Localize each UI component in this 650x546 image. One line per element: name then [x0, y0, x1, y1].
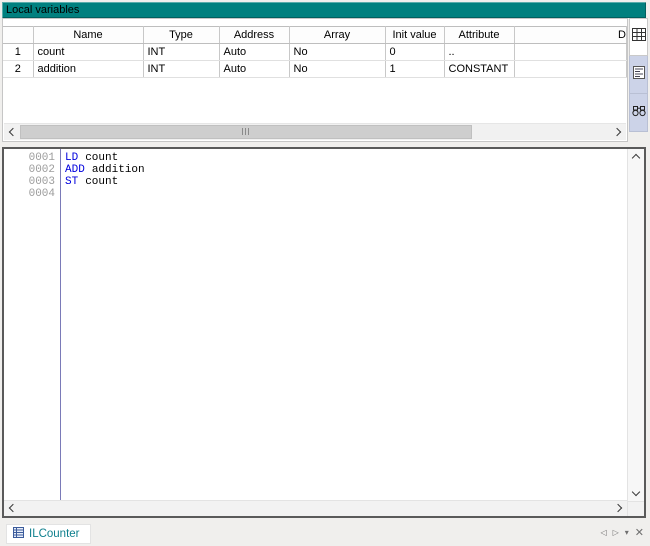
scroll-down-icon[interactable] [632, 488, 640, 496]
line-number: 0003 [4, 176, 60, 188]
table-header-row: Name Type Address Array Init value Attri… [3, 27, 627, 44]
tab-close-icon[interactable]: ✕ [635, 525, 644, 541]
il-keyword: ADD [65, 164, 85, 176]
variables-horizontal-scrollbar[interactable] [4, 123, 626, 140]
cell-attribute[interactable]: CONSTANT [444, 61, 514, 78]
table-row[interactable]: 1 count INT Auto No 0 .. [3, 44, 627, 61]
cell-attribute[interactable]: .. [444, 44, 514, 61]
column-header-type[interactable]: Type [143, 27, 219, 44]
find-button[interactable] [629, 94, 648, 132]
binoculars-icon [632, 104, 646, 122]
il-keyword: LD [65, 152, 78, 164]
local-variables-panel: Name Type Address Array Init value Attri… [2, 18, 628, 142]
column-header-truncated[interactable]: D [514, 27, 627, 44]
cell-address[interactable]: Auto [219, 61, 289, 78]
code-line[interactable]: ST count [65, 176, 627, 188]
scroll-right-icon[interactable] [613, 128, 621, 136]
declaration-view-button[interactable] [629, 56, 648, 94]
cell-type[interactable]: INT [143, 44, 219, 61]
column-header-array[interactable]: Array [289, 27, 385, 44]
editor-vertical-scrollbar[interactable] [627, 149, 644, 501]
application-window: Local variables Name Type Address Array … [0, 0, 650, 546]
table-row[interactable]: 2 addition INT Auto No 1 CONSTANT [3, 61, 627, 78]
scroll-up-icon[interactable] [632, 154, 640, 162]
il-operand: addition [92, 164, 145, 176]
scrollbar-corner [627, 501, 644, 516]
row-number[interactable]: 1 [3, 44, 33, 61]
cell-init-value[interactable]: 0 [385, 44, 444, 61]
grid-icon [632, 28, 646, 46]
tab-navigation: ◁ ▷ ▾ ✕ [600, 525, 644, 541]
code-line[interactable]: LD count [65, 152, 627, 164]
cell-name[interactable]: addition [33, 61, 143, 78]
editor-horizontal-scrollbar[interactable] [4, 500, 627, 516]
tab-scroll-left-icon[interactable]: ◁ [600, 525, 606, 541]
panel-titlebar: Local variables [2, 2, 646, 18]
tab-scroll-right-icon[interactable]: ▷ [613, 525, 619, 541]
column-header-address[interactable]: Address [219, 27, 289, 44]
line-number-gutter: 0001 0002 0003 0004 [4, 149, 61, 501]
column-header-name[interactable]: Name [33, 27, 143, 44]
cell-type[interactable]: INT [143, 61, 219, 78]
pou-grid-icon [13, 527, 24, 541]
scroll-right-icon[interactable] [614, 504, 622, 512]
cell-extra[interactable] [514, 61, 627, 78]
cell-name[interactable]: count [33, 44, 143, 61]
variables-table: Name Type Address Array Init value Attri… [3, 26, 627, 78]
row-number[interactable]: 2 [3, 61, 33, 78]
il-code-editor: 0001 0002 0003 0004 LD count ADD addition … [2, 147, 646, 518]
panel-title: Local variables [6, 4, 79, 16]
scrollbar-grip-icon [242, 128, 250, 135]
variables-view-toolbar [629, 18, 648, 132]
il-keyword: ST [65, 176, 78, 188]
cell-init-value[interactable]: 1 [385, 61, 444, 78]
grid-view-button[interactable] [629, 18, 648, 56]
il-operand: count [85, 176, 118, 188]
tab-ilcounter[interactable]: ILCounter [6, 524, 91, 544]
tab-label: ILCounter [29, 528, 80, 540]
cell-array[interactable]: No [289, 61, 385, 78]
line-number: 0002 [4, 164, 60, 176]
cell-address[interactable]: Auto [219, 44, 289, 61]
cell-extra[interactable] [514, 44, 627, 61]
tab-menu-icon[interactable]: ▾ [625, 525, 629, 541]
document-tab-bar: ILCounter ◁ ▷ ▾ ✕ [0, 521, 650, 546]
line-number: 0004 [4, 188, 60, 200]
scroll-left-icon[interactable] [9, 128, 17, 136]
column-header-rownum[interactable] [3, 27, 33, 44]
column-header-attribute[interactable]: Attribute [444, 27, 514, 44]
line-number: 0001 [4, 152, 60, 164]
scroll-left-icon[interactable] [9, 504, 17, 512]
cell-array[interactable]: No [289, 44, 385, 61]
il-operand: count [85, 152, 118, 164]
code-line[interactable] [65, 188, 627, 200]
code-line[interactable]: ADD addition [65, 164, 627, 176]
column-header-init-value[interactable]: Init value [385, 27, 444, 44]
scrollbar-thumb[interactable] [20, 125, 472, 139]
document-icon [633, 66, 645, 84]
code-area[interactable]: LD count ADD addition ST count [61, 149, 627, 501]
